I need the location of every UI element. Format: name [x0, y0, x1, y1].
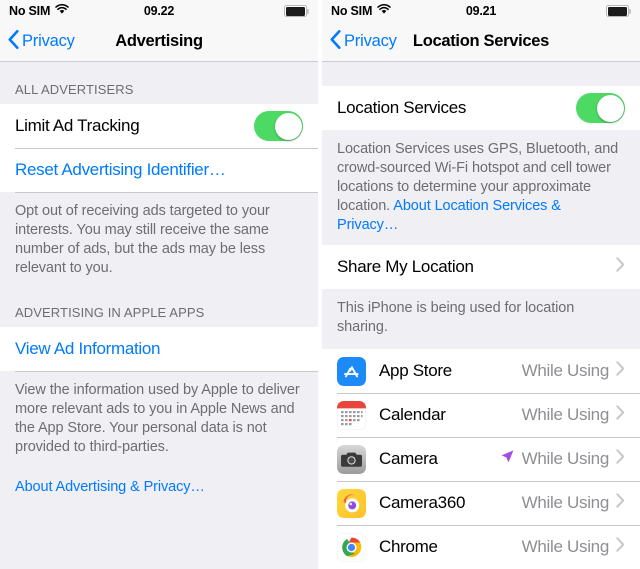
back-button-privacy[interactable]: Privacy: [330, 29, 397, 54]
calendar-icon: [337, 400, 366, 430]
permission-value: While Using: [521, 537, 610, 556]
app-name: App Store: [379, 361, 452, 380]
row-accessory: [576, 93, 625, 123]
app-name: Chrome: [379, 537, 438, 556]
left-phone-screen-advertising: No SIM 09.22 Privacy Advertising ALL ADV…: [0, 0, 318, 569]
top-spacer: [322, 62, 640, 86]
note-location-services: Location Services uses GPS, Bluetooth, a…: [322, 130, 640, 245]
app-name: Camera: [379, 449, 438, 468]
carrier-label: No SIM: [9, 4, 51, 18]
location-services-toggle[interactable]: [576, 93, 625, 123]
left-nav-bar: Privacy Advertising: [0, 22, 318, 62]
permission-value: While Using: [521, 449, 610, 468]
left-settings-list[interactable]: ALL ADVERTISERS Limit Ad Tracking Reset …: [0, 62, 318, 569]
location-arrow-icon: [500, 449, 515, 469]
back-button-label: Privacy: [22, 32, 75, 50]
chrome-icon: [337, 532, 366, 562]
section-header-advertising-in-apple-apps: ADVERTISING IN APPLE APPS: [0, 287, 318, 327]
row-accessory: While Using: [500, 449, 625, 469]
link-label: About Advertising & Privacy…: [15, 479, 205, 495]
status-bar-right-group: [606, 5, 631, 17]
camera360-icon: [337, 488, 366, 518]
permission-value: While Using: [521, 361, 610, 380]
row-label: Limit Ad Tracking: [15, 116, 140, 135]
app-name: Camera360: [379, 493, 466, 512]
row-label: Share My Location: [337, 257, 474, 276]
chevron-right-icon: [616, 361, 625, 381]
row-label: Reset Advertising Identifier…: [15, 160, 226, 179]
camera-icon: [337, 444, 366, 474]
wifi-icon: [377, 2, 391, 20]
chevron-left-icon: [330, 29, 341, 54]
battery-full-icon: [284, 5, 309, 17]
row-label: View Ad Information: [15, 339, 161, 358]
chevron-right-icon: [616, 449, 625, 469]
row-accessory: While Using: [522, 405, 625, 425]
app-name: Calendar: [379, 405, 446, 424]
limit-ad-tracking-toggle[interactable]: [254, 111, 303, 141]
row-share-my-location[interactable]: Share My Location: [322, 245, 640, 289]
status-bar-left-group: No SIM: [331, 2, 391, 20]
chevron-right-icon: [616, 537, 625, 557]
link-about-advertising-privacy[interactable]: About Advertising & Privacy…: [0, 466, 318, 506]
row-label: Location Services: [337, 98, 467, 117]
left-status-bar: No SIM 09.22: [0, 0, 318, 22]
wifi-icon: [55, 2, 69, 20]
permission-value: While Using: [521, 405, 610, 424]
row-app-permission[interactable]: Calendar While Using: [322, 393, 640, 437]
row-reset-advertising-identifier[interactable]: Reset Advertising Identifier…: [0, 148, 318, 192]
chevron-left-icon: [8, 29, 19, 54]
right-nav-bar: Privacy Location Services: [322, 22, 640, 62]
row-app-permission[interactable]: Chrome While Using: [322, 525, 640, 569]
note-view-ad-information: View the information used by Apple to de…: [0, 371, 318, 466]
row-limit-ad-tracking[interactable]: Limit Ad Tracking: [0, 104, 318, 148]
app-store-icon: [337, 356, 366, 386]
back-button-privacy[interactable]: Privacy: [8, 29, 75, 54]
row-accessory: While Using: [522, 493, 625, 513]
row-app-permission[interactable]: Camera360 While Using: [322, 481, 640, 525]
row-app-permission[interactable]: Camera While Using: [322, 437, 640, 481]
row-app-permission[interactable]: App Store While Using: [322, 349, 640, 393]
row-accessory: While Using: [522, 537, 625, 557]
chevron-right-icon: [616, 405, 625, 425]
battery-full-icon: [606, 5, 631, 17]
status-bar-right-group: [284, 5, 309, 17]
permission-value: While Using: [521, 493, 610, 512]
row-view-ad-information[interactable]: View Ad Information: [0, 327, 318, 371]
row-accessory: While Using: [522, 361, 625, 381]
section-header-all-advertisers: ALL ADVERTISERS: [0, 62, 318, 104]
note-share-my-location: This iPhone is being used for location s…: [322, 289, 640, 349]
chevron-right-icon: [616, 257, 625, 277]
chevron-right-icon: [616, 493, 625, 513]
status-bar-left-group: No SIM: [9, 2, 69, 20]
dual-screenshot-comparison: No SIM 09.22 Privacy Advertising ALL ADV…: [0, 0, 640, 569]
note-limit-ad-tracking: Opt out of receiving ads targeted to you…: [0, 192, 318, 287]
row-accessory: [254, 111, 303, 141]
right-settings-list[interactable]: Location Services Location Services uses…: [322, 62, 640, 569]
back-button-label: Privacy: [344, 32, 397, 50]
row-accessory: [616, 257, 625, 277]
right-phone-screen-location-services: No SIM 09.21 Privacy Location Services L…: [322, 0, 640, 569]
row-location-services-master[interactable]: Location Services: [322, 86, 640, 130]
right-status-bar: No SIM 09.21: [322, 0, 640, 22]
carrier-label: No SIM: [331, 4, 373, 18]
